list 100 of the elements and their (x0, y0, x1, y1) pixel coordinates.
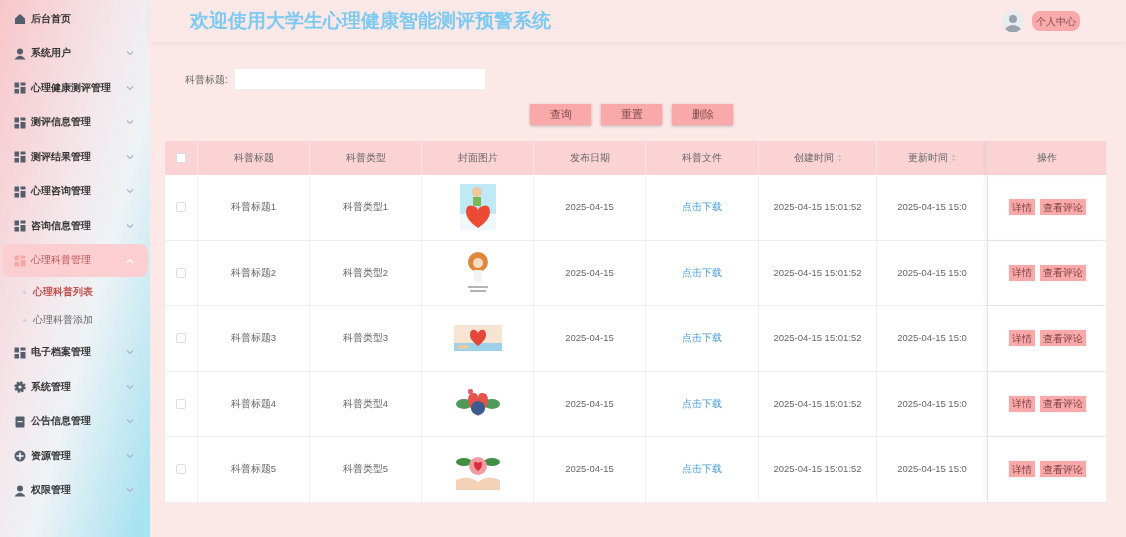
column-header: 封面图片 (457, 150, 498, 165)
table-cell: 2025-04-15 (565, 265, 614, 280)
table-cell: 科普类型2 (342, 265, 389, 280)
download-link[interactable]: 点击下载 (682, 331, 722, 346)
table-cell: 2025-04-15 15:0 (897, 200, 967, 215)
table-cell: 2025-04-15 (565, 331, 614, 346)
details-button[interactable]: 详情 (1008, 461, 1035, 478)
table-cell: 2025-04-15 15:01:52 (773, 331, 862, 346)
table-cell: 2025-04-15 15:01:52 (773, 462, 862, 477)
table-cell: 科普标题4 (230, 396, 277, 411)
sidebar-item[interactable]: 电子档案管理 (2, 336, 148, 369)
user-center-button[interactable]: 个人中心 (1032, 11, 1080, 31)
chevron-icon (126, 189, 134, 194)
chevron-icon (126, 384, 134, 390)
table-cell: 科普类型4 (342, 396, 389, 411)
download-link[interactable]: 点击下载 (682, 396, 722, 411)
chevron-icon (126, 258, 134, 263)
gear-icon (14, 381, 26, 393)
column-header: 操作 (1037, 150, 1057, 165)
sidebar-item[interactable]: 心理科普管理 (2, 244, 148, 277)
download-link[interactable]: 点击下载 (682, 200, 722, 215)
table-cell: 2025-04-15 (565, 396, 614, 411)
comments-button[interactable]: 查看评论 (1039, 330, 1086, 347)
chevron-icon (126, 51, 134, 56)
details-button[interactable]: 详情 (1008, 264, 1035, 281)
table-cell: 科普类型3 (342, 331, 389, 346)
bullet-icon (23, 319, 26, 322)
row-checkbox[interactable] (176, 333, 186, 344)
table-cell: 2025-04-15 15:0 (897, 396, 967, 411)
grid-icon (14, 220, 26, 232)
submenu-item[interactable]: 心理科普列表 (33, 285, 93, 300)
sidebar-item[interactable]: 公告信息管理 (2, 405, 148, 438)
user-icon (14, 47, 26, 60)
chevron-icon (126, 453, 134, 459)
avatar-icon (1002, 10, 1024, 32)
details-button[interactable]: 详情 (1008, 330, 1035, 347)
chevron-icon (126, 419, 134, 424)
query-button[interactable]: 查询 (530, 104, 591, 125)
table-cell: 2025-04-15 15:0 (897, 265, 967, 280)
sidebar-item[interactable]: 测评结果管理 (2, 140, 148, 174)
column-header: 科普文件 (682, 150, 722, 165)
sidebar-item[interactable]: 后台首页 (2, 2, 148, 36)
table-cell: 2025-04-15 15:0 (897, 331, 967, 346)
app-title: 欢迎使用大学生心理健康智能测评预警系统 (190, 8, 551, 33)
grid-icon (14, 346, 26, 359)
sidebar-item[interactable]: 资源管理 (2, 439, 148, 473)
row-checkbox[interactable] (176, 398, 186, 409)
sidebar-item[interactable]: 测评信息管理 (2, 106, 148, 139)
table-cell: 2025-04-15 (565, 462, 614, 477)
chevron-icon (126, 85, 134, 91)
grid-icon (14, 116, 26, 129)
delete-button[interactable]: 删除 (672, 104, 733, 125)
sidebar-item[interactable]: 心理咨询管理 (2, 175, 148, 208)
sidebar-item[interactable]: 系统管理 (2, 370, 148, 404)
download-link[interactable]: 点击下载 (682, 265, 722, 280)
grid-icon (14, 82, 26, 94)
sidebar-item[interactable]: 系统用户 (2, 37, 148, 70)
table-cell: 2025-04-15 15:01:52 (773, 200, 862, 215)
chevron-icon (126, 350, 134, 355)
column-header: 创建时间 (793, 150, 834, 165)
comments-button[interactable]: 查看评论 (1039, 461, 1086, 478)
table-cell: 科普标题1 (230, 200, 277, 215)
table-cell: 2025-04-15 15:01:52 (773, 396, 862, 411)
table-cell: 科普标题2 (230, 265, 277, 280)
bullet-icon (23, 291, 26, 294)
user-icon (14, 484, 26, 497)
sidebar-item[interactable]: 权限管理 (2, 474, 148, 507)
chevron-icon (126, 154, 134, 160)
download-link[interactable]: 点击下载 (682, 462, 722, 477)
chevron-icon (126, 488, 134, 493)
sort-icon[interactable] (951, 154, 956, 162)
details-button[interactable]: 详情 (1008, 395, 1035, 412)
table-cell: 2025-04-15 (565, 200, 614, 215)
details-button[interactable]: 详情 (1008, 199, 1035, 216)
select-all-checkbox[interactable] (176, 153, 186, 163)
sidebar-item[interactable]: 心理健康测评管理 (2, 71, 148, 105)
comments-button[interactable]: 查看评论 (1039, 264, 1086, 281)
column-header: 更新时间 (908, 150, 948, 165)
chevron-icon (126, 120, 134, 125)
table-cell: 科普标题5 (230, 462, 277, 477)
plus-circle-icon (14, 450, 26, 462)
comments-button[interactable]: 查看评论 (1039, 199, 1086, 216)
sidebar-item[interactable]: 咨询信息管理 (2, 209, 148, 243)
comments-button[interactable]: 查看评论 (1039, 395, 1086, 412)
reset-button[interactable]: 重置 (601, 104, 662, 125)
row-checkbox[interactable] (176, 464, 186, 475)
table-cell: 2025-04-15 15:0 (897, 462, 967, 477)
row-checkbox[interactable] (176, 267, 186, 278)
document-icon (14, 415, 26, 428)
table-cell: 科普类型5 (342, 462, 389, 477)
row-checkbox[interactable] (176, 202, 186, 213)
column-header: 科普标题 (233, 150, 274, 165)
submenu-item[interactable]: 心理科普添加 (33, 313, 93, 328)
column-header: 发布日期 (569, 150, 610, 165)
home-icon (14, 13, 26, 25)
table-cell: 科普标题3 (230, 331, 277, 346)
table-cell: 科普类型1 (342, 200, 389, 215)
column-header: 科普类型 (345, 150, 386, 165)
sort-icon[interactable] (836, 154, 842, 162)
grid-icon (14, 185, 26, 198)
